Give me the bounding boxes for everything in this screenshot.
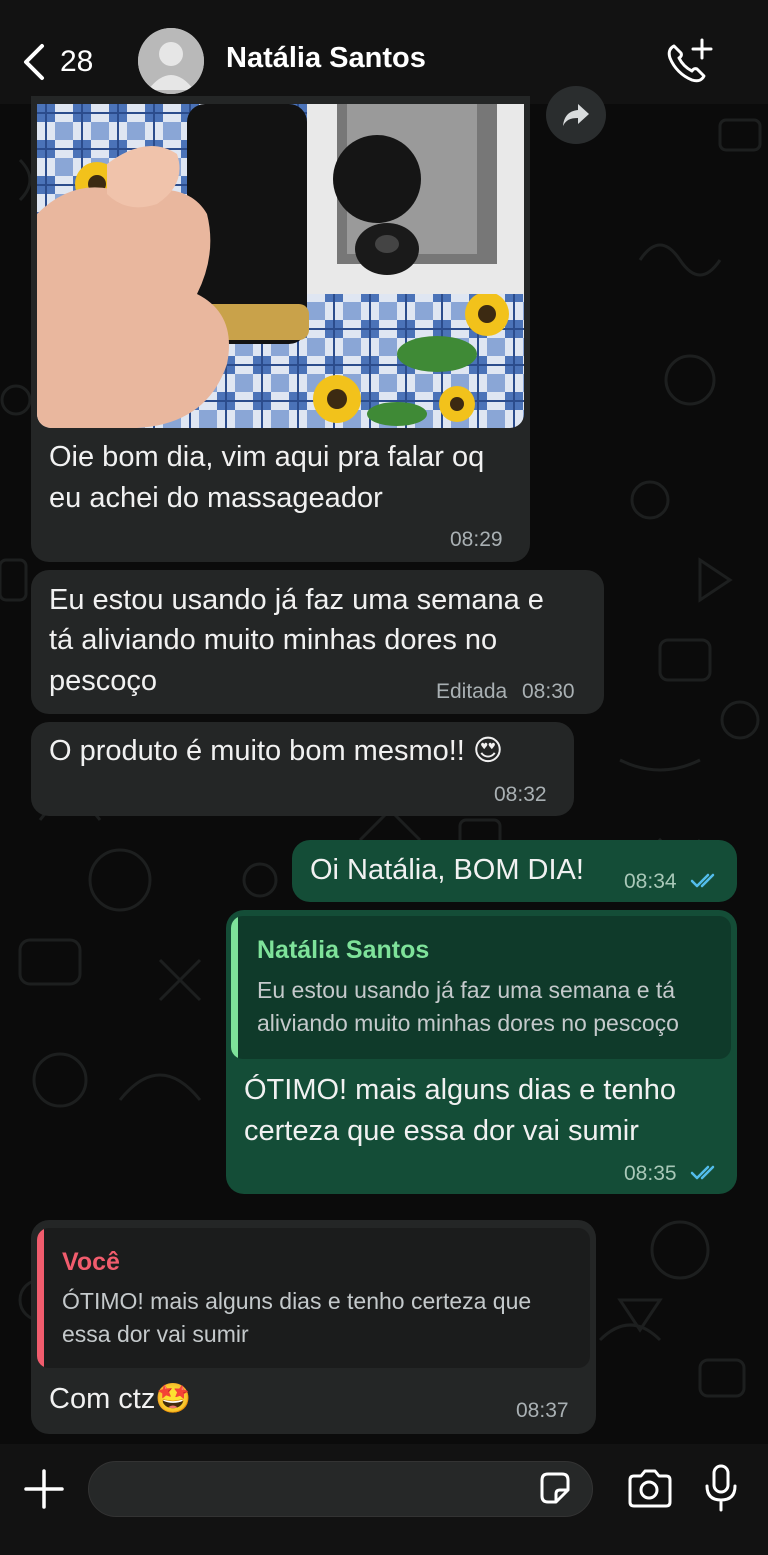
message-text-line: pescoço (49, 665, 158, 697)
message-time: 08:35 (624, 1162, 677, 1185)
massager-photo (37, 104, 524, 428)
forward-button[interactable] (546, 86, 606, 144)
quote-text-line: Eu estou usando já faz uma semana e tá (257, 977, 676, 1003)
message-image[interactable] (37, 104, 524, 428)
back-button[interactable]: 28 (20, 40, 110, 84)
message-text-line: tá aliviando muito minhas dores no (49, 624, 498, 656)
message-text-line: certeza que essa dor vai sumir (244, 1115, 639, 1147)
avatar-placeholder-icon (138, 28, 204, 94)
message-input[interactable] (88, 1461, 593, 1517)
read-ticks-icon (690, 1165, 715, 1180)
quote-author: Natália Santos (257, 936, 430, 964)
microphone-icon[interactable] (703, 1464, 739, 1512)
add-call-icon[interactable] (664, 38, 714, 84)
message-time: 08:30 (522, 680, 575, 703)
message-text: Com ctz🤩 (49, 1383, 192, 1415)
message-time: 08:37 (516, 1399, 569, 1422)
message-text: Oie bom dia, vim aqui pra falar oq eu ac… (49, 441, 485, 514)
quote-bar (231, 916, 238, 1059)
forward-icon (563, 104, 589, 126)
message-text-line: Eu estou usando já faz uma semana e (49, 584, 544, 616)
sticker-icon[interactable] (536, 1470, 574, 1508)
avatar[interactable] (138, 28, 204, 94)
message-text: Oi Natália, BOM DIA! (310, 854, 584, 886)
read-ticks-icon (690, 873, 715, 888)
contact-name[interactable]: Natália Santos (226, 42, 426, 75)
back-chevron-icon (24, 44, 44, 80)
quote-text-line: aliviando muito minhas dores no pescoço (257, 1010, 679, 1036)
quote-text-line: essa dor vai sumir (62, 1321, 249, 1347)
quoted-message[interactable]: Natália Santos Eu estou usando já faz um… (231, 916, 731, 1059)
edited-label: Editada (436, 680, 508, 703)
quote-text-line: ÓTIMO! mais alguns dias e tenho certeza … (62, 1288, 532, 1314)
camera-icon[interactable] (626, 1468, 672, 1510)
message-text: O produto é muito bom mesmo!! 😍 (49, 735, 504, 767)
message-text-line: ÓTIMO! mais alguns dias e tenho (244, 1074, 676, 1106)
plus-icon[interactable] (22, 1467, 66, 1511)
quoted-message[interactable]: Você ÓTIMO! mais alguns dias e tenho cer… (37, 1228, 590, 1368)
message-time: 08:34 (624, 870, 677, 893)
unread-count: 28 (60, 45, 94, 78)
quote-bar (37, 1228, 44, 1368)
message-time: 08:32 (494, 783, 547, 806)
message-time: 08:29 (450, 528, 503, 551)
quote-author: Você (62, 1248, 120, 1276)
